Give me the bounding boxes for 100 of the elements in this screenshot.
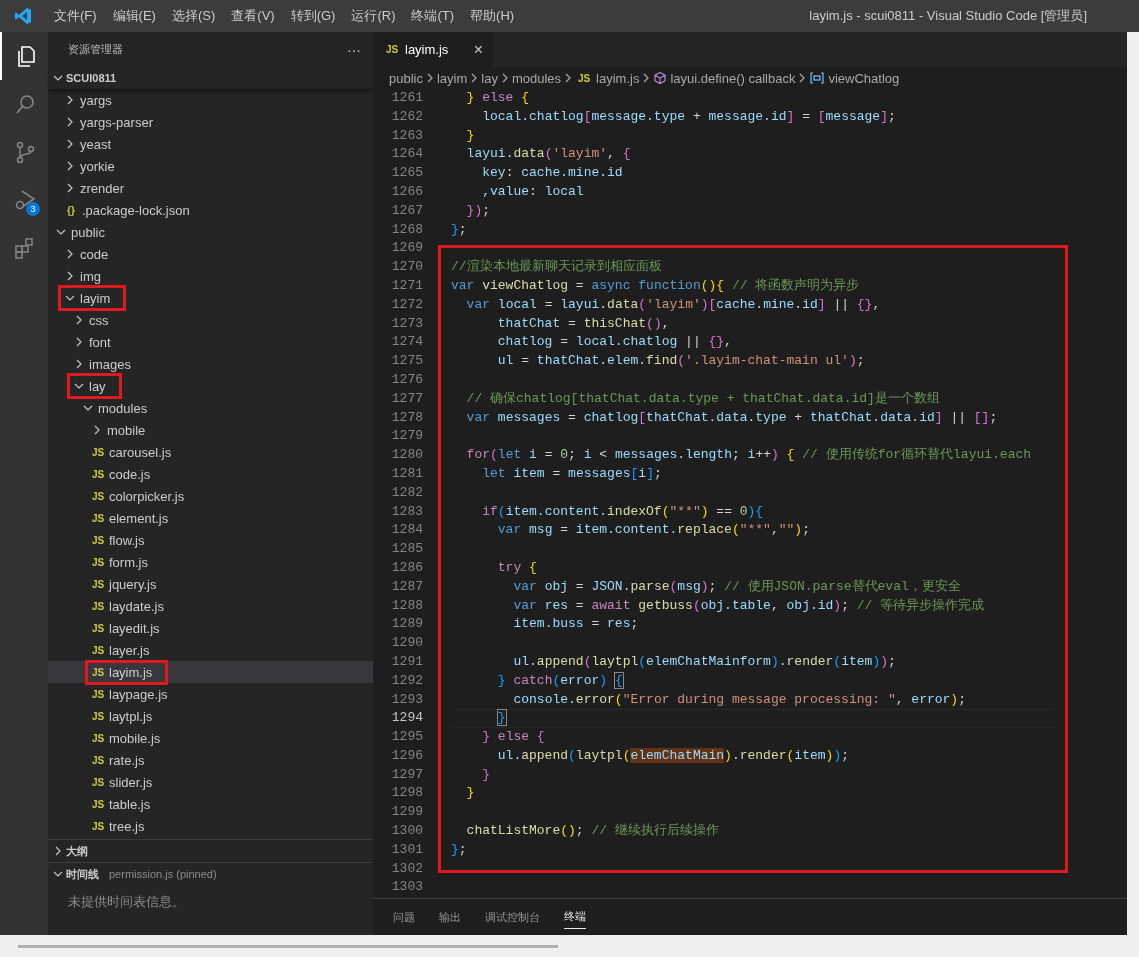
- line-number: 1268: [390, 220, 423, 239]
- line-number: 1262: [390, 107, 423, 126]
- tree-item[interactable]: JS table.js: [48, 793, 373, 815]
- tree-item[interactable]: JS flow.js: [48, 529, 373, 551]
- line-number: 1292: [390, 671, 423, 690]
- code-line: ul.append(laytpl(elemChatMain).render(item));: [496, 746, 850, 765]
- breadcrumb-item[interactable]: modules: [511, 70, 562, 86]
- tree-item[interactable]: JS laydate.js: [48, 595, 373, 617]
- folder-name: modules: [98, 400, 148, 416]
- activity-bar-item[interactable]: 3: [0, 176, 48, 224]
- tree-item[interactable]: JS layedit.js: [48, 617, 373, 639]
- tree-item[interactable]: JS rate.js: [48, 749, 373, 771]
- tree-item[interactable]: JS code.js: [48, 463, 373, 485]
- file-name: .package-lock.json: [82, 202, 190, 218]
- tree-item[interactable]: layim: [48, 287, 373, 309]
- tree-item[interactable]: yargs-parser: [48, 111, 373, 133]
- tree-item[interactable]: zrender: [48, 177, 373, 199]
- breadcrumb-item[interactable]: public: [389, 70, 423, 86]
- tree-item[interactable]: yargs: [48, 89, 373, 111]
- tree-item[interactable]: yorkie: [48, 155, 373, 177]
- editor-tab[interactable]: JS layim.js ×: [373, 32, 493, 67]
- file-name: flow.js: [109, 532, 145, 548]
- code-line: ul = thatChat.elem.find('.layim-chat-main ul');: [496, 352, 866, 371]
- js-file-icon: JS: [89, 622, 107, 634]
- file-name: jquery.js: [109, 576, 157, 592]
- scrollbar-thumb[interactable]: [18, 944, 558, 948]
- tree-item[interactable]: font: [48, 331, 373, 353]
- line-number: 1291: [390, 652, 423, 671]
- breadcrumb-item[interactable]: layim: [436, 70, 468, 86]
- line-number: 1290: [390, 634, 423, 653]
- line-number: 1267: [390, 201, 423, 220]
- line-number: 1285: [390, 540, 423, 559]
- menu-item[interactable]: 查看(V): [223, 7, 283, 25]
- folder-name: lay: [89, 378, 106, 394]
- file-name: mobile.js: [109, 730, 161, 746]
- tree-item[interactable]: images: [48, 353, 373, 375]
- code-line: };: [451, 840, 468, 859]
- more-actions-button[interactable]: ···: [347, 41, 361, 58]
- sidebar-title: 资源管理器: [68, 42, 123, 57]
- menu-item[interactable]: 转到(G): [282, 7, 344, 25]
- code-line: // 确保chatlog[thatChat.data.type + thatChat.data.id]是一个数组: [465, 389, 941, 408]
- code-line: ,value: local: [481, 183, 585, 201]
- line-number: 1301: [390, 840, 423, 859]
- js-file-icon: JS: [575, 72, 594, 84]
- folder-name: code: [80, 246, 109, 262]
- tree-item[interactable]: JS element.js: [48, 507, 373, 529]
- section-header[interactable]: 时间线 permission.js (pinned): [48, 862, 373, 885]
- line-number: 1294: [390, 709, 423, 728]
- tree-item[interactable]: css: [48, 309, 373, 331]
- code-line: key: cache.mine.id: [481, 164, 624, 183]
- menu-item[interactable]: 运行(R): [343, 7, 404, 25]
- panel-tab[interactable]: 调试控制台: [485, 905, 540, 929]
- tree-item[interactable]: JS mobile.js: [48, 727, 373, 749]
- folder-name: zrender: [80, 180, 125, 196]
- folder-name: images: [89, 356, 131, 372]
- line-number: 1284: [390, 521, 423, 540]
- breadcrumb-item[interactable]: viewChatlog: [809, 70, 900, 86]
- menu-item[interactable]: 编辑(E): [104, 7, 164, 25]
- folder-name: layim: [80, 290, 111, 306]
- breadcrumb-item[interactable]: layui.define() callback: [653, 70, 796, 86]
- folder-name: img: [80, 268, 101, 284]
- tab-label: layim.js: [405, 42, 449, 57]
- tree-item[interactable]: img: [48, 265, 373, 287]
- line-number: 1269: [390, 239, 423, 258]
- tree-item[interactable]: JS laytpl.js: [48, 705, 373, 727]
- panel-tab[interactable]: 终端: [564, 905, 586, 929]
- tree-item[interactable]: JS laypage.js: [48, 683, 373, 705]
- tree-item[interactable]: JS jquery.js: [48, 573, 373, 595]
- close-button[interactable]: ×: [473, 40, 483, 59]
- folder-name: font: [89, 334, 111, 350]
- section-header[interactable]: 大纲: [48, 839, 373, 862]
- line-number: 1296: [390, 746, 423, 765]
- tree-item[interactable]: JS carousel.js: [48, 441, 373, 463]
- section-title: 大纲: [66, 843, 88, 859]
- tree-item[interactable]: JS layim.js: [48, 661, 373, 683]
- file-name: table.js: [109, 796, 151, 812]
- tree-item[interactable]: JS slider.js: [48, 771, 373, 793]
- tree-item[interactable]: code: [48, 243, 373, 265]
- tree-item[interactable]: modules: [48, 397, 373, 419]
- tree-item[interactable]: JS tree.js: [48, 815, 373, 837]
- tree-item[interactable]: JS form.js: [48, 551, 373, 573]
- tree-item[interactable]: JS colorpicker.js: [48, 485, 373, 507]
- panel-tab[interactable]: 问题: [393, 905, 415, 929]
- breadcrumb-item[interactable]: JS layim.js: [575, 70, 640, 86]
- breadcrumb-item[interactable]: lay: [481, 70, 498, 86]
- tree-item[interactable]: lay: [48, 375, 373, 397]
- panel-tab[interactable]: 输出: [439, 905, 461, 929]
- tree-item[interactable]: public: [48, 221, 373, 243]
- folder-header[interactable]: SCUI0811: [48, 67, 373, 89]
- js-file-icon: JS: [89, 578, 107, 590]
- tree-item[interactable]: yeast: [48, 133, 373, 155]
- file-name: form.js: [109, 554, 148, 570]
- menu-item[interactable]: 文件(F): [46, 7, 105, 25]
- menu-item[interactable]: 终端(T): [403, 7, 463, 25]
- line-number: 1298: [390, 784, 423, 803]
- tree-item[interactable]: mobile: [48, 419, 373, 441]
- menu-item[interactable]: 选择(S): [163, 7, 224, 25]
- tree-item[interactable]: JS layer.js: [48, 639, 373, 661]
- menu-item[interactable]: 帮助(H): [462, 7, 523, 25]
- tree-item[interactable]: {} .package-lock.json: [48, 199, 373, 221]
